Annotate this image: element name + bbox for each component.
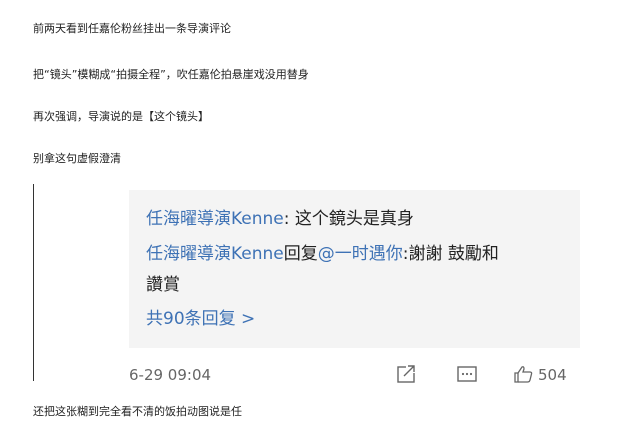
more-replies-link[interactable]: 共90条回复 > bbox=[146, 308, 255, 330]
thumbs-up-icon[interactable] bbox=[513, 364, 535, 388]
quote-bar bbox=[33, 184, 34, 381]
comment-author-link[interactable]: 任海曜導演Kenne bbox=[146, 209, 284, 229]
article-line-1: 前两天看到任嘉伦粉丝挂出一条导演评论 bbox=[33, 22, 231, 35]
article-line-2: 把“镜头”模糊成“拍摄全程”，吹任嘉伦拍悬崖戏没用替身 bbox=[33, 68, 309, 81]
comment-card: 任海曜導演Kenne: 这个鏡头是真身 任海曜導演Kenne回复@一时遇你:謝謝… bbox=[129, 190, 580, 348]
reply-word: 回复 bbox=[283, 244, 318, 264]
reply-text: :謝謝 鼓勵和 bbox=[402, 244, 499, 264]
comment-icon[interactable] bbox=[456, 364, 478, 388]
article-line-3: 再次强调，导演说的是【这个镜头】 bbox=[33, 110, 209, 123]
article-line-5: 还把这张糊到完全看不清的饭拍动图说是任 bbox=[33, 405, 242, 418]
comment-date: 6-29 09:04 bbox=[129, 366, 212, 384]
like-count: 504 bbox=[538, 366, 567, 384]
comment-line-1: 任海曜導演Kenne: 这个鏡头是真身 bbox=[146, 208, 414, 230]
reply-line-1: 任海曜導演Kenne回复@一时遇你:謝謝 鼓勵和 bbox=[146, 243, 499, 265]
share-icon[interactable] bbox=[396, 364, 418, 388]
mention-link[interactable]: @一时遇你 bbox=[318, 244, 403, 264]
article-line-4: 别拿这句虚假澄清 bbox=[33, 152, 121, 165]
comment-text: : 这个鏡头是真身 bbox=[283, 209, 414, 229]
reply-line-2: 讚賞 bbox=[146, 275, 180, 295]
reply-author-link[interactable]: 任海曜導演Kenne bbox=[146, 244, 284, 264]
